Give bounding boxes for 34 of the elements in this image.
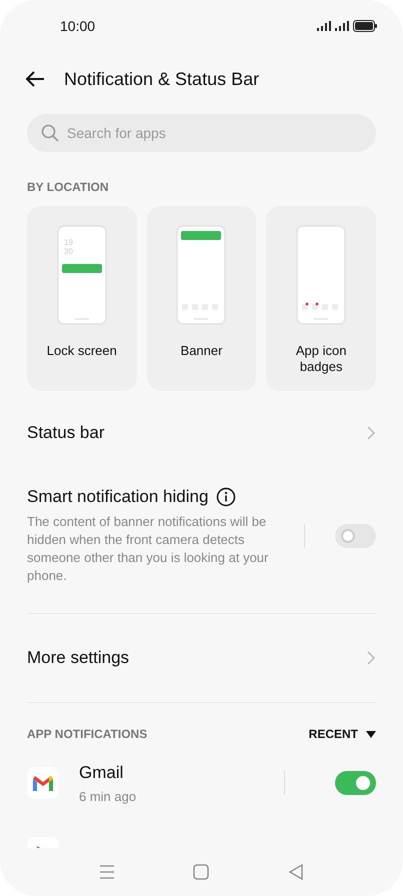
clock: 10:00 xyxy=(60,18,96,34)
section-heading: BY LOCATION xyxy=(27,180,110,194)
location-card[interactable]: Banner xyxy=(146,206,256,391)
app-time: 6 min ago xyxy=(79,788,138,804)
settings-row[interactable]: Status bar xyxy=(27,401,376,465)
back-nav-icon[interactable] xyxy=(286,863,305,881)
sort-dropdown[interactable]: RECENT xyxy=(308,727,376,741)
search-icon xyxy=(41,124,59,142)
chevron-icon xyxy=(366,650,376,666)
card-label: Lock screen xyxy=(46,343,118,359)
chevron-icon xyxy=(366,425,376,441)
search-bar[interactable]: Search for apps xyxy=(27,114,376,152)
menu-icon[interactable] xyxy=(98,863,116,881)
row-description: The content of banner notifications will be hidden when the front camera detects someone other than you is looking at your phone. xyxy=(27,513,270,585)
app-name: Gmail xyxy=(79,762,124,782)
page-title: Notification & Status Bar xyxy=(64,68,260,90)
signal-icon xyxy=(335,21,349,31)
signal-icon xyxy=(317,21,331,31)
location-card[interactable]: App icon badges xyxy=(266,206,376,391)
row-title: More settings xyxy=(27,648,130,668)
search-field[interactable]: Search for apps xyxy=(67,114,362,152)
section-heading: APP NOTIFICATIONS xyxy=(27,727,148,741)
mail-icon xyxy=(27,767,59,799)
toggle-switch[interactable] xyxy=(335,524,376,548)
info-icon[interactable] xyxy=(216,487,236,507)
caret-icon xyxy=(366,730,376,738)
toggle-switch[interactable] xyxy=(335,771,376,795)
home-icon[interactable] xyxy=(192,863,210,881)
row-title: Smart notification hiding xyxy=(27,487,208,507)
settings-row[interactable]: More settings xyxy=(27,614,376,703)
card-label: Banner xyxy=(180,343,224,359)
battery-icon xyxy=(353,20,377,32)
row-title: Status bar xyxy=(27,423,106,443)
card-label: App icon badges xyxy=(294,343,348,375)
